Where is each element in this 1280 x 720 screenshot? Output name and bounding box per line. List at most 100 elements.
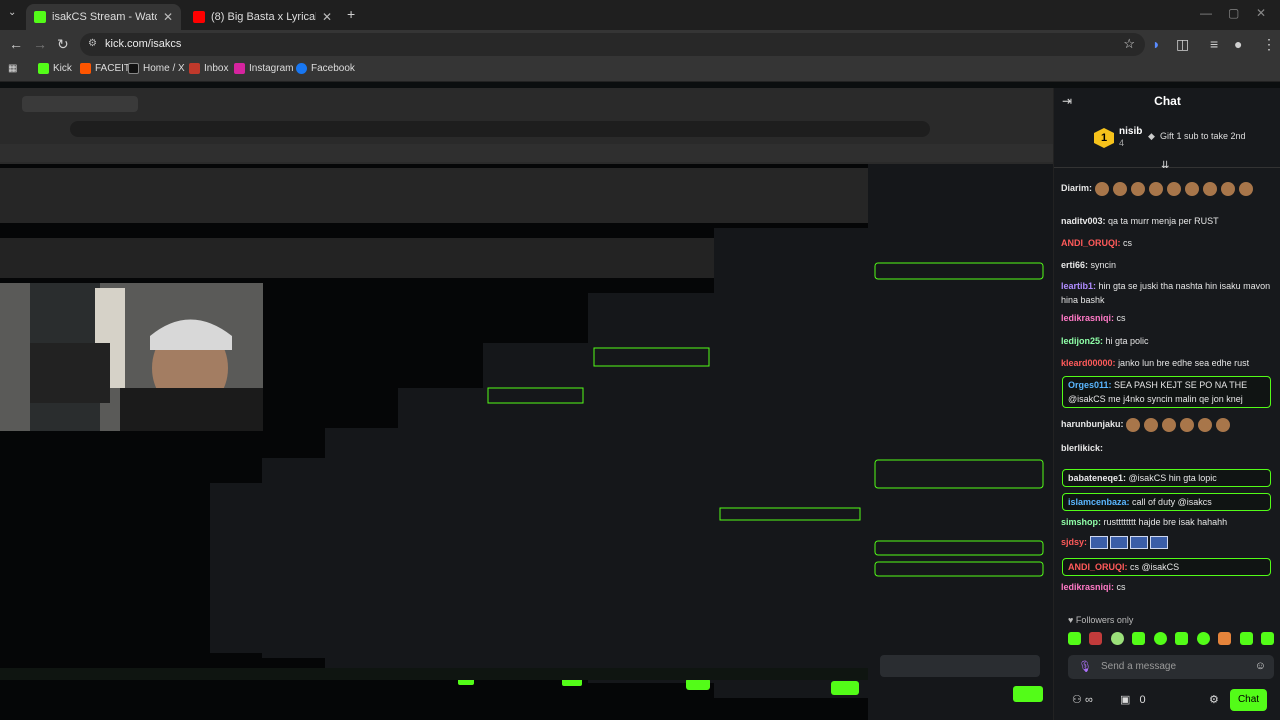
chat-settings-icon[interactable]: ⚙: [1209, 693, 1219, 706]
points-counter[interactable]: ⚇ ∞: [1072, 693, 1093, 706]
chat-username[interactable]: harunbunjaku:: [1061, 419, 1124, 429]
sticker-icon: [1089, 536, 1108, 550]
chat-header: ⇥ Chat: [1054, 88, 1280, 114]
gift-icon: ◆: [1148, 131, 1155, 141]
timer-icon: ▣: [1120, 694, 1131, 706]
chat-username[interactable]: simshop:: [1061, 517, 1101, 527]
tab-isakcs[interactable]: isakCS Stream - Watch Live on Kick ✕: [26, 4, 181, 30]
emote-icon[interactable]: [1239, 632, 1253, 645]
emote-icon: [1198, 417, 1213, 432]
bookmark-facebook[interactable]: Facebook: [296, 63, 355, 74]
leader-count: 4: [1119, 138, 1125, 148]
chat-username[interactable]: blerlikick:: [1061, 443, 1103, 453]
url-text: kick.com/isakcs: [105, 38, 182, 50]
chat-username[interactable]: ANDI_ORUQI:: [1061, 238, 1121, 248]
chat-text: cs: [1116, 313, 1126, 323]
chat-text: janko lun bre edhe sea edhe rust: [1118, 358, 1250, 368]
chat-send-button[interactable]: Chat: [1230, 689, 1267, 711]
bookmark-label: Inbox: [204, 63, 229, 74]
minimize-icon[interactable]: —: [1200, 6, 1212, 20]
bookmark-label: Instagram: [249, 63, 294, 74]
chat-username[interactable]: ANDI_ORUQI:: [1068, 562, 1128, 572]
menu-kebab-icon[interactable]: ⋮: [1262, 36, 1276, 53]
stream-video-player[interactable]: [0, 88, 1053, 720]
chat-message: kleard00000: janko lun bre edhe sea edhe…: [1061, 356, 1273, 370]
bookmark-label: Facebook: [311, 63, 355, 74]
sticker-icon: [1109, 536, 1128, 550]
expand-icon[interactable]: ⇊: [1161, 160, 1169, 171]
chat-message: Diarim:: [1061, 181, 1273, 196]
chat-username[interactable]: naditv003:: [1061, 216, 1106, 226]
users-icon: ⚇: [1072, 694, 1082, 706]
chat-username[interactable]: babateneqe1:: [1068, 473, 1126, 483]
message-input[interactable]: 🎙 Send a message ☺: [1068, 655, 1274, 679]
emote-bar: [1068, 632, 1274, 648]
window-close-icon[interactable]: ✕: [1256, 6, 1266, 20]
chat-username[interactable]: kleard00000:: [1061, 358, 1116, 368]
emote-icon[interactable]: [1175, 632, 1189, 645]
timeout-counter[interactable]: ▣ 0: [1120, 693, 1146, 706]
apps-grid-icon[interactable]: ▦: [8, 63, 17, 74]
browser-tab-bar: ⌄ isakCS Stream - Watch Live on Kick ✕ (…: [0, 0, 1280, 30]
chat-text: cs: [1116, 582, 1126, 592]
bookmark-star-icon[interactable]: ☆: [1123, 36, 1135, 52]
close-icon[interactable]: ✕: [322, 10, 332, 24]
chat-username[interactable]: erti66:: [1061, 260, 1088, 270]
back-icon[interactable]: ←: [9, 36, 23, 52]
tab-youtube[interactable]: (8) Big Basta x Lyrical Son x ✕: [185, 4, 340, 30]
bookmark-faceit[interactable]: FACEIT: [80, 63, 130, 74]
reload-icon[interactable]: ↻: [57, 36, 69, 53]
profile-icon[interactable]: ●: [1234, 36, 1242, 52]
chat-username[interactable]: sjdsy:: [1061, 537, 1087, 547]
emote-icon[interactable]: [1068, 632, 1081, 645]
chat-username[interactable]: leartib1:: [1061, 281, 1096, 291]
emote-icon: [1094, 181, 1109, 196]
emote-icon[interactable]: [1218, 632, 1232, 645]
kick-favicon-icon: [34, 11, 46, 23]
forward-icon[interactable]: →: [33, 36, 47, 52]
chat-text: syncin: [1090, 260, 1117, 270]
extension-icon[interactable]: ◗: [1152, 36, 1160, 52]
new-tab-icon[interactable]: +: [347, 6, 355, 22]
bookmark-kick[interactable]: Kick: [38, 63, 72, 74]
gift-leaderboard[interactable]: 1 nisib 4 ◆ Gift 1 sub to take 2nd ⇊: [1054, 118, 1280, 171]
chat-username[interactable]: ledikrasniqi:: [1061, 582, 1114, 592]
site-info-icon[interactable]: ⚙: [88, 38, 97, 49]
emote-icon[interactable]: [1089, 632, 1103, 645]
emoji-icon[interactable]: ☺: [1255, 660, 1266, 672]
maximize-icon[interactable]: ▢: [1228, 6, 1239, 20]
chat-message: islamcenbaza: call of duty @isakcs: [1062, 493, 1271, 511]
address-bar[interactable]: ⚙ kick.com/isakcs ☆: [80, 33, 1145, 56]
emote-icon[interactable]: [1132, 632, 1146, 645]
chat-username[interactable]: Orges011:: [1068, 380, 1112, 390]
chat-title: Chat: [1154, 94, 1181, 108]
chat-username[interactable]: ledijon25:: [1061, 336, 1103, 346]
chat-message: naditv003: qa ta murr menja per RUST: [1061, 214, 1273, 228]
message-placeholder: Send a message: [1101, 661, 1177, 672]
bookmark-x[interactable]: Home / X: [128, 63, 185, 74]
close-icon[interactable]: ✕: [163, 10, 173, 24]
emote-icon[interactable]: [1260, 632, 1274, 645]
chat-username[interactable]: ledikrasniqi:: [1061, 313, 1114, 323]
browser-toolbar: ← → ↻ ⚙ kick.com/isakcs ☆ ◗ ◫ ≡ ● ⋮: [0, 30, 1280, 58]
bookmark-label: FACEIT: [95, 63, 131, 74]
tab-title: isakCS Stream - Watch Live on Kick: [52, 11, 157, 23]
tab-search-icon[interactable]: ⌄: [8, 7, 16, 18]
chat-username[interactable]: islamcenbaza:: [1068, 497, 1130, 507]
mail-icon: [189, 63, 200, 74]
emote-icon: [1144, 417, 1159, 432]
bookmark-inbox[interactable]: Inbox: [189, 63, 228, 74]
heart-icon: ♥: [1068, 615, 1074, 625]
emote-icon[interactable]: [1153, 632, 1167, 645]
chat-username[interactable]: Diarim:: [1061, 183, 1092, 193]
chat-message: harunbunjaku:: [1061, 417, 1273, 432]
chat-message: ANDI_ORUQI: cs @isakCS: [1062, 558, 1271, 576]
extensions-puzzle-icon[interactable]: ◫: [1176, 36, 1189, 53]
emote-icon: [1220, 181, 1235, 196]
emote-icon[interactable]: [1110, 632, 1124, 645]
emote-icon[interactable]: [1196, 632, 1210, 645]
media-control-icon[interactable]: ≡: [1210, 36, 1218, 52]
bookmarks-bar: ▦ Kick FACEIT Home / X Inbox Instagram F…: [0, 58, 1280, 82]
bookmark-instagram[interactable]: Instagram: [234, 63, 293, 74]
microphone-icon[interactable]: 🎙: [1078, 660, 1092, 673]
